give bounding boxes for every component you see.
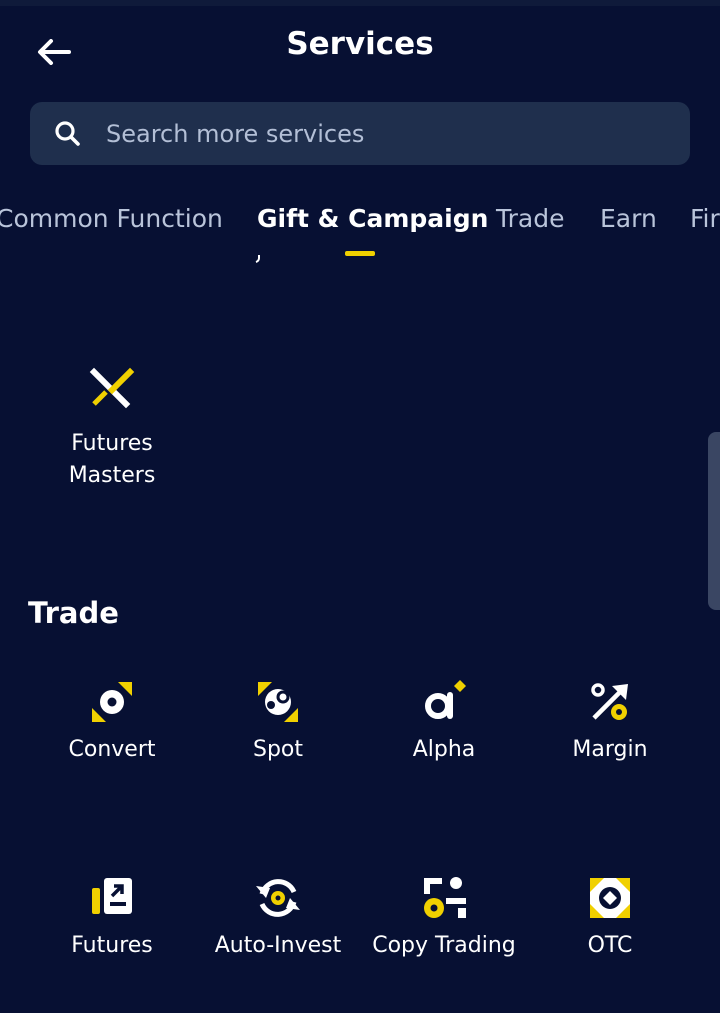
otc-icon (590, 878, 630, 918)
tab-common-function[interactable]: Common Function (0, 204, 223, 233)
search-input[interactable] (106, 102, 676, 165)
spot-icon (258, 682, 298, 722)
service-label: OTC (587, 933, 633, 958)
tab-finance[interactable]: Fir (690, 204, 720, 233)
service-label: Convert (68, 737, 156, 762)
search-icon (55, 121, 80, 146)
service-futures[interactable]: Futures (27, 874, 197, 962)
tab-gift-campaign[interactable]: Gift & Campaign (257, 204, 488, 233)
label-line-1: Futures (71, 431, 153, 456)
service-label: Margin (572, 737, 648, 762)
auto-invest-icon (256, 879, 300, 917)
service-label: Futures Masters (27, 428, 197, 492)
convert-icon (92, 682, 132, 722)
header: Services (0, 14, 720, 84)
service-label: Futures (71, 933, 153, 958)
label-line-2: Masters (68, 463, 156, 488)
service-alpha[interactable]: Alpha (359, 678, 529, 766)
copy-trading-icon (424, 877, 466, 918)
service-label: Copy Trading (372, 933, 516, 958)
service-auto-invest[interactable]: Auto-Invest (193, 874, 363, 962)
services-page: Services Common Function Gift & Campaign… (0, 0, 720, 1013)
tab-trade[interactable]: Trade (496, 204, 564, 233)
scrollbar-thumb[interactable] (708, 432, 720, 610)
service-copy-trading[interactable]: Copy Trading (359, 874, 529, 962)
active-tab-indicator (345, 251, 375, 256)
service-label: Spot (252, 737, 303, 762)
service-spot[interactable]: Spot (193, 678, 363, 766)
service-margin[interactable]: Margin (525, 678, 695, 766)
status-strip (0, 0, 720, 6)
tab-earn[interactable]: Earn (600, 204, 657, 233)
futures-icon (92, 878, 132, 914)
service-convert[interactable]: Convert (27, 678, 197, 766)
scrolled-content-edge (255, 255, 260, 263)
page-title: Services (286, 26, 434, 62)
service-label: Auto-Invest (214, 933, 342, 958)
search-bar[interactable] (30, 102, 690, 165)
section-title-trade: Trade (28, 596, 119, 630)
service-futures-masters[interactable]: Futures Masters (27, 366, 197, 492)
margin-icon (591, 683, 628, 720)
crossed-swords-icon (89, 367, 135, 409)
alpha-icon (425, 680, 466, 719)
service-label: Alpha (412, 737, 476, 762)
service-otc[interactable]: OTC (525, 874, 695, 962)
